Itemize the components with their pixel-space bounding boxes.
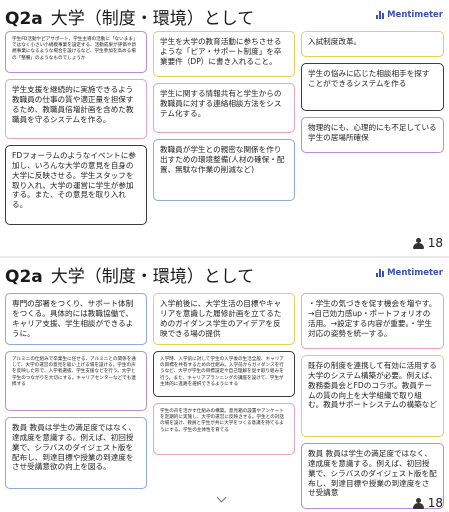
brand-name: Mentimeter (387, 268, 443, 278)
response-card: ・学生の気づきを促す機会を増やす。→自己効力感up・ポートフォリオの活用。→設定… (301, 293, 444, 349)
response-card: FDフォーラムのようなイベントに参加し、いろんな大学の意見を自身の大学に反映させ… (5, 145, 147, 225)
response-card: 専門の部署をつくり、サポート体制をつくる。具体的には教職協働で、キャリア支援、学… (5, 293, 147, 345)
question-text: 大学（制度・環境）として (50, 9, 255, 29)
question-label: Q2a (5, 267, 43, 287)
response-card: 学生に関する情報共有と学生からの教職員に対する連絡相談方法をシステム化する。 (153, 83, 295, 133)
response-card: 既存の制度を連携して有効に活用する大学のシステム構築が必要。例えば、教務委員会と… (301, 355, 444, 437)
response-card: 教職員が学生との親密な関係を作り出すための環境整備(人材の確保・配置、無駄な作業… (153, 139, 295, 201)
question-title: Q2a 大学（制度・環境）として (5, 4, 254, 29)
person-icon (412, 237, 424, 249)
slide-top: Q2a 大学（制度・環境）として Mentimeter 学生FD活動やピアサポート… (0, 0, 449, 256)
response-card: 学生の声を活かす仕組みの構築。意見箱の設置やアンケートを定期的に実施し、大学の運… (153, 403, 295, 455)
response-card: 学生を大学の教育活動に参ちさせるような「ピア・サポート制度」を卒業要件（DP）に… (153, 31, 295, 77)
response-card: アルミニの仕組みで卒業生に任せる、アルミニとの関係を通して、大学の運営の意見を吸… (5, 351, 147, 411)
response-card: 学生FD活動やピアサポート、学生主導の活動に「ないまま」ではなく小さい小規模事業… (5, 31, 147, 73)
mentimeter-logo: Mentimeter (376, 268, 443, 278)
question-title: Q2a 大学（制度・環境）として (5, 262, 254, 287)
question-text: 大学（制度・環境）として (50, 267, 255, 287)
response-card: 入試制度改革。 (301, 31, 444, 57)
participant-number: 18 (427, 236, 443, 250)
participant-count: 18 (412, 236, 443, 250)
response-card: 学生支援を継続的に実施できるよう教職員の仕事の質や適正量を担保するため、教職員倍… (5, 79, 147, 139)
mentimeter-bars-icon (376, 269, 385, 277)
participant-number: 18 (427, 496, 443, 510)
mentimeter-logo: Mentimeter (376, 10, 443, 20)
brand-name: Mentimeter (387, 10, 443, 20)
response-card: 教員 教員は学生の満足度ではなく、達成度を意識する。例えば、初回授業で、シラバス… (5, 417, 147, 489)
response-card: 入学前後に、大学生活の目標やキャリアを意識した履修計画を立てるためのガイダンス学… (153, 293, 295, 345)
response-card: 物理的にも、心理的にも不足している学生の居場所確保 (301, 117, 444, 153)
slide-bottom: Q2a 大学（制度・環境）として Mentimeter 専門の部署をつくり、サポー… (0, 258, 449, 512)
participant-count: 18 (412, 496, 443, 510)
mentimeter-bars-icon (376, 11, 385, 19)
response-card: 入学時、入学前に対して学生の入学後の生活全般、キャリアの目標を共有するための仕組… (153, 351, 295, 397)
question-label: Q2a (5, 9, 43, 29)
person-icon (412, 497, 424, 509)
response-card: 学生の悩みに応じた相談相手を探すことができるシステムを作る (301, 63, 444, 111)
